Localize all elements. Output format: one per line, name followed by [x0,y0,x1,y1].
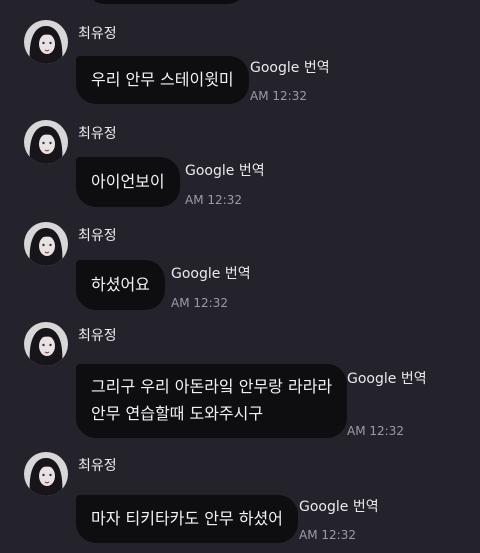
message-text-line: 그리구 우리 아돈라잌 안무랑 라라라 [91,377,333,396]
avatar-icon [24,452,68,496]
avatar[interactable] [24,322,68,366]
message-timestamp: AM 12:32 [250,89,307,103]
google-translate-link[interactable]: Google 번역 [171,265,251,283]
message-text-line: 안무 연습할때 도와주시구 [91,404,264,423]
sender-name: 최유정 [78,26,117,42]
sender-name: 최유정 [78,328,117,344]
google-translate-link[interactable]: Google 번역 [185,162,265,180]
message-text: 하셨어요 [91,275,150,294]
message-text: 마자 티키타카도 안무 하셨어 [91,509,283,528]
google-translate-link[interactable]: Google 번역 [250,59,330,77]
message-text: 우리 안무 스테이윗미 [91,70,234,89]
message-bubble[interactable]: 그리구 우리 아돈라잌 안무랑 라라라 안무 연습할때 도와주시구 [76,364,348,438]
google-translate-link[interactable]: Google 번역 [347,370,427,388]
avatar-icon [24,20,68,64]
avatar[interactable] [24,20,68,64]
message-timestamp: AM 12:32 [171,296,228,310]
message-bubble[interactable]: 우리 안무 스테이윗미 [76,56,249,104]
message-timestamp: AM 12:32 [347,424,404,438]
message-text: 아이언보이 [91,172,165,191]
message-timestamp: AM 12:32 [299,528,356,542]
sender-name: 최유정 [78,126,117,142]
message-bubble[interactable]: 아이언보이 [76,157,180,207]
sender-name: 최유정 [78,458,117,474]
avatar[interactable] [24,452,68,496]
previous-message-bubble [88,0,244,4]
avatar[interactable] [24,222,68,266]
message-bubble[interactable]: 마자 티키타카도 안무 하셨어 [76,495,298,543]
avatar-icon [24,222,68,266]
avatar-icon [24,322,68,366]
sender-name: 최유정 [78,228,117,244]
message-timestamp: AM 12:32 [185,193,242,207]
message-bubble[interactable]: 하셨어요 [76,260,165,310]
avatar-icon [24,120,68,164]
google-translate-link[interactable]: Google 번역 [299,498,379,516]
avatar[interactable] [24,120,68,164]
